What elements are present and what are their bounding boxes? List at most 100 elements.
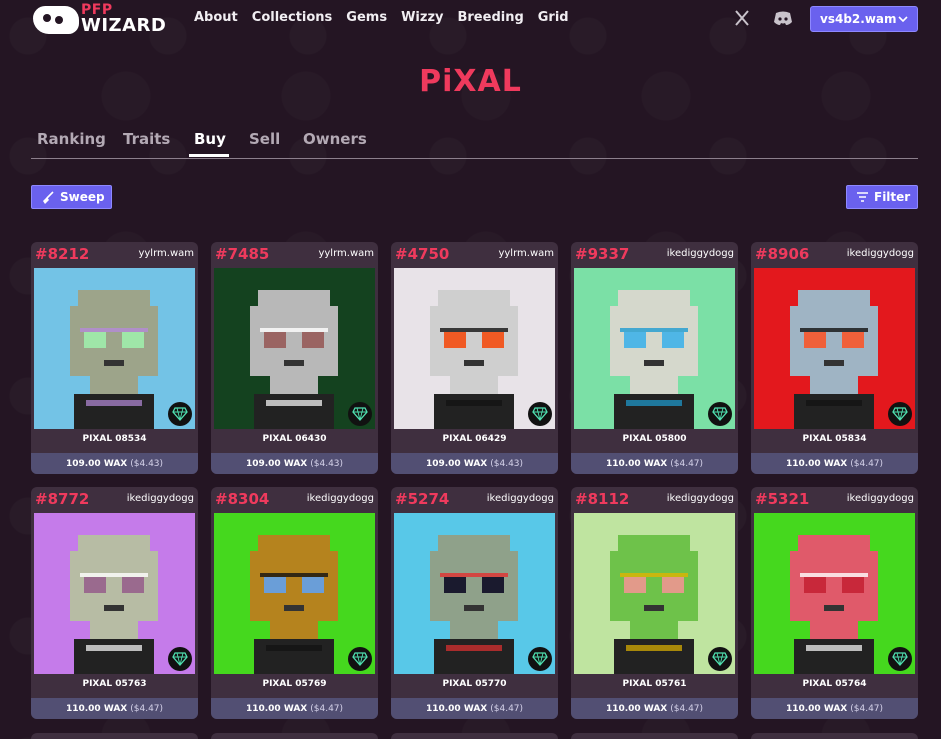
asset-name: PIXAL 05770 [442,679,507,689]
listing-card-partial[interactable] [391,733,558,739]
collection-tabs: Ranking Traits Buy Sell Owners [31,128,918,159]
rank-number: #4750 [395,245,450,263]
tab-traits[interactable]: Traits [123,130,170,148]
gem-icon[interactable] [348,647,372,671]
rank-number: #8304 [215,490,270,508]
owner-name[interactable]: ikediggydogg [307,493,374,504]
listing-card[interactable]: #5274 ikediggydogg PIXAL 05770 110.00 WA… [391,487,558,719]
listing-card-partial[interactable] [571,733,738,739]
price-wax: 110.00 WAX [605,458,668,469]
gem-icon[interactable] [168,647,192,671]
price-bar[interactable]: 110.00 WAX ($4.47) [751,698,918,719]
owner-name[interactable]: ikediggydogg [667,248,734,259]
tab-owners[interactable]: Owners [303,130,367,148]
price-bar[interactable]: 110.00 WAX ($4.47) [391,698,558,719]
listing-card[interactable]: #9337 ikediggydogg PIXAL 05800 110.00 WA… [571,242,738,474]
x-icon[interactable] [733,9,751,27]
active-tab-indicator [189,154,229,157]
sweep-label: Sweep [60,190,105,204]
listing-card[interactable]: #4750 yylrm.wam PIXAL 06429 109.00 WAX (… [391,242,558,474]
listing-card[interactable]: #7485 yylrm.wam PIXAL 06430 109.00 WAX (… [211,242,378,474]
price-bar[interactable]: 109.00 WAX ($4.43) [391,453,558,474]
filter-label: Filter [874,190,911,204]
asset-name: PIXAL 06430 [262,434,327,444]
price-bar[interactable]: 110.00 WAX ($4.47) [31,698,198,719]
owner-name[interactable]: yylrm.wam [138,248,194,259]
chevron-down-icon [898,16,908,23]
listing-card-partial[interactable] [751,733,918,739]
owner-name[interactable]: ikediggydogg [127,493,194,504]
nav-link-wizzy[interactable]: Wizzy [401,10,443,25]
asset-name: PIXAL 06429 [442,434,507,444]
price-usd: ($4.47) [130,703,164,714]
price-usd: ($4.43) [490,458,524,469]
listing-card-partial[interactable] [211,733,378,739]
tab-buy[interactable]: Buy [194,130,226,148]
rank-number: #8112 [575,490,630,508]
top-nav: PFP WIZARD About Collections Gems Wizzy … [0,0,941,38]
price-wax: 109.00 WAX [425,458,488,469]
filter-icon [857,192,868,202]
gem-icon[interactable] [708,402,732,426]
sweep-button[interactable]: Sweep [31,185,112,209]
listing-card[interactable]: #8304 ikediggydogg PIXAL 05769 110.00 WA… [211,487,378,719]
pfp-wizard-logo[interactable]: PFP WIZARD [33,2,167,36]
price-wax: 110.00 WAX [605,703,668,714]
nav-link-gems[interactable]: Gems [346,10,387,25]
nav-link-grid[interactable]: Grid [538,10,569,25]
price-usd: ($4.47) [850,458,884,469]
listing-card[interactable]: #8112 ikediggydogg PIXAL 05761 110.00 WA… [571,487,738,719]
listing-card-partial[interactable] [31,733,198,739]
price-bar[interactable]: 110.00 WAX ($4.47) [571,453,738,474]
price-bar[interactable]: 110.00 WAX ($4.47) [571,698,738,719]
owner-name[interactable]: ikediggydogg [847,248,914,259]
asset-name: PIXAL 05761 [622,679,687,689]
gem-icon[interactable] [528,402,552,426]
listing-card[interactable]: #8212 yylrm.wam PIXAL 08534 109.00 WAX (… [31,242,198,474]
asset-name: PIXAL 05764 [802,679,867,689]
discord-icon[interactable] [773,10,793,26]
gem-icon[interactable] [888,402,912,426]
rank-number: #8906 [755,245,810,263]
price-usd: ($4.43) [130,458,164,469]
price-bar[interactable]: 109.00 WAX ($4.43) [211,453,378,474]
price-bar[interactable]: 110.00 WAX ($4.47) [211,698,378,719]
filter-button[interactable]: Filter [846,185,918,209]
price-bar[interactable]: 109.00 WAX ($4.43) [31,453,198,474]
price-bar[interactable]: 110.00 WAX ($4.47) [751,453,918,474]
account-name: vs4b2.wam [820,12,897,26]
price-wax: 109.00 WAX [245,458,308,469]
listing-card[interactable]: #5321 ikediggydogg PIXAL 05764 110.00 WA… [751,487,918,719]
listing-card[interactable]: #8906 ikediggydogg PIXAL 05834 110.00 WA… [751,242,918,474]
asset-name: PIXAL 05769 [262,679,327,689]
owner-name[interactable]: ikediggydogg [487,493,554,504]
owner-name[interactable]: ikediggydogg [667,493,734,504]
collection-title: PiXAL [419,64,522,99]
tab-sell[interactable]: Sell [249,130,280,148]
price-wax: 109.00 WAX [65,458,128,469]
price-wax: 110.00 WAX [785,703,848,714]
rank-number: #5321 [755,490,810,508]
tab-ranking[interactable]: Ranking [37,130,106,148]
gem-icon[interactable] [168,402,192,426]
listing-card[interactable]: #8772 ikediggydogg PIXAL 05763 110.00 WA… [31,487,198,719]
gem-icon[interactable] [888,647,912,671]
nav-link-breeding[interactable]: Breeding [457,10,523,25]
price-usd: ($4.43) [310,458,344,469]
gem-icon[interactable] [708,647,732,671]
rank-number: #9337 [575,245,630,263]
broom-icon [43,191,54,204]
price-usd: ($4.47) [670,458,704,469]
price-wax: 110.00 WAX [245,703,308,714]
price-wax: 110.00 WAX [785,458,848,469]
nav-link-about[interactable]: About [194,10,238,25]
owner-name[interactable]: yylrm.wam [498,248,554,259]
gem-icon[interactable] [348,402,372,426]
nav-link-collections[interactable]: Collections [252,10,333,25]
owner-name[interactable]: ikediggydogg [847,493,914,504]
logo-hand-icon [33,6,79,34]
gem-icon[interactable] [528,647,552,671]
price-usd: ($4.47) [490,703,524,714]
owner-name[interactable]: yylrm.wam [318,248,374,259]
account-button[interactable]: vs4b2.wam [810,6,918,32]
